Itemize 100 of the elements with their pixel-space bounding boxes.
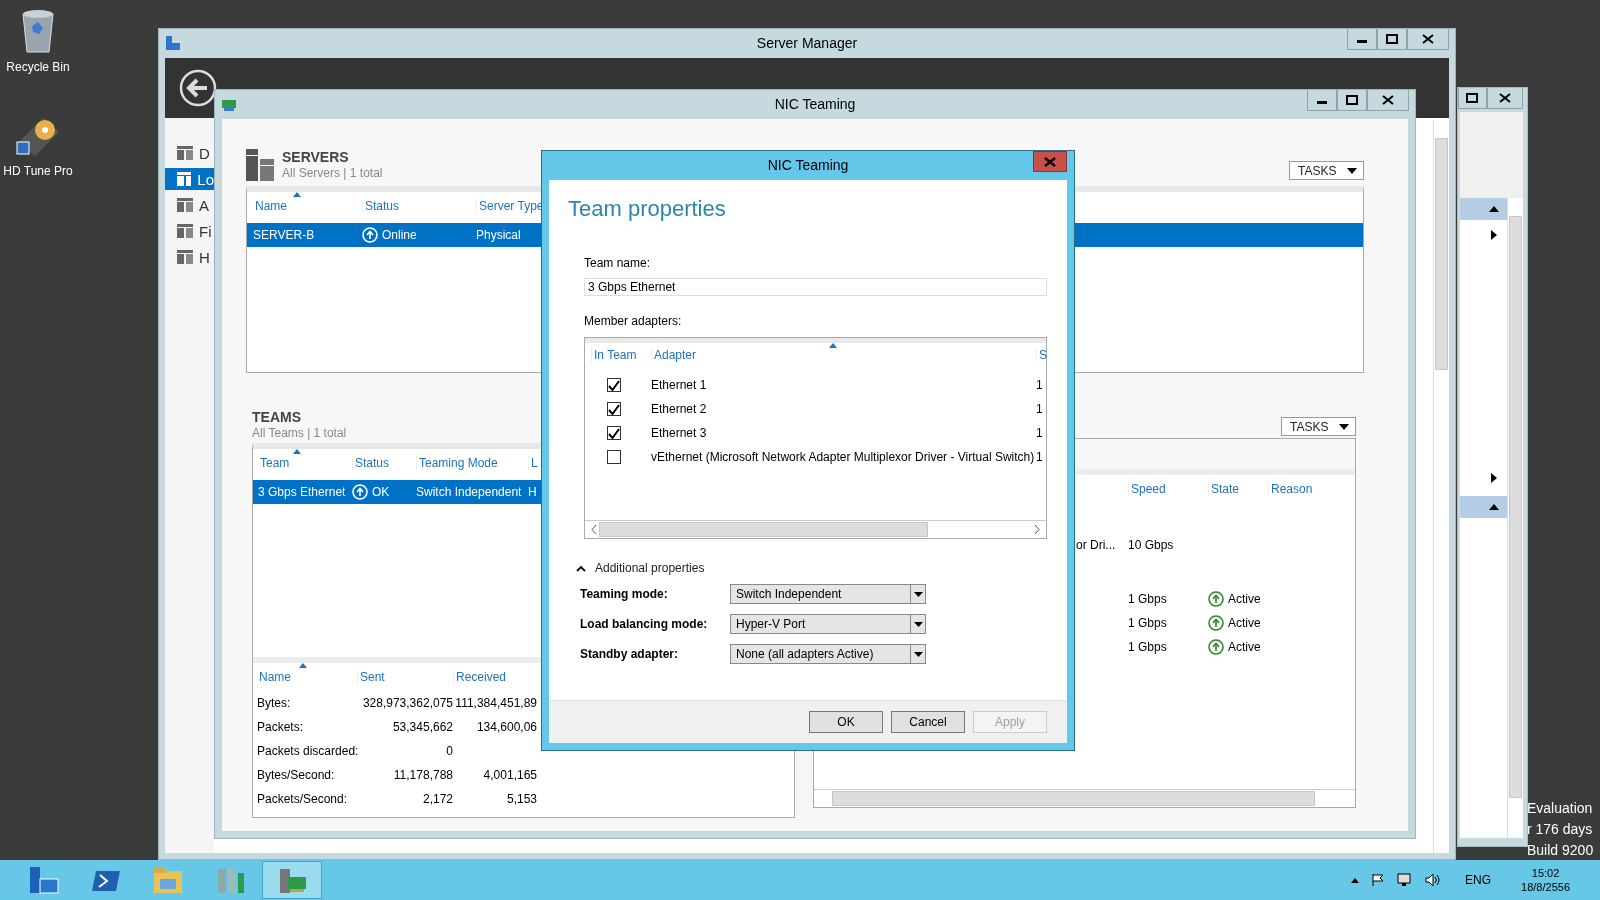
- window-title: NIC Teaming: [774, 96, 856, 112]
- horizontal-scrollbar[interactable]: [814, 789, 1355, 807]
- scrollbar-thumb[interactable]: [1435, 138, 1448, 370]
- show-hidden-icons-icon[interactable]: [1351, 877, 1360, 883]
- vertical-scrollbar[interactable]: [1507, 198, 1523, 838]
- field-label: Standby adapter:: [580, 647, 679, 661]
- column-header[interactable]: Sent: [357, 670, 453, 684]
- sidebar-item[interactable]: A: [165, 194, 214, 216]
- tiles-icon: [177, 198, 193, 212]
- checkbox[interactable]: [607, 378, 621, 392]
- column-header[interactable]: In Team: [591, 348, 651, 362]
- dialog-button[interactable]: Cancel: [891, 711, 965, 733]
- table-cell-text: 1 Gbps: [1128, 592, 1168, 606]
- network-icon[interactable]: [1397, 873, 1414, 887]
- table-cell-text: 3 Gbps Ethernet: [258, 485, 347, 499]
- table-cell-text: 1: [1036, 378, 1044, 392]
- table-cell-text: 0: [445, 744, 453, 758]
- close-button[interactable]: [1407, 29, 1449, 50]
- icon-label[interactable]: HD Tune Pro: [3, 164, 73, 178]
- flag-icon[interactable]: [1371, 873, 1386, 887]
- table-cell-text: 1: [1036, 426, 1044, 440]
- horizontal-scrollbar[interactable]: [585, 520, 1046, 538]
- checkmark-icon: [608, 379, 620, 391]
- tiles-icon: [177, 224, 193, 238]
- tasks-button[interactable]: TASKS: [1281, 417, 1356, 436]
- column-header[interactable]: State: [1208, 482, 1268, 496]
- dropdown-arrow-icon: [913, 591, 923, 597]
- dropdown[interactable]: None (all adapters Active): [730, 644, 926, 664]
- taskbar-button[interactable]: [262, 861, 322, 899]
- minimize-button[interactable]: [1347, 29, 1377, 50]
- table-cell-text: Physical: [476, 228, 522, 242]
- column-header[interactable]: Name: [257, 670, 357, 684]
- table-cell-text: SERVER-B: [253, 228, 316, 242]
- adapter-name: Ethernet 2: [651, 402, 708, 416]
- clock-time[interactable]: 15:02: [1531, 866, 1560, 880]
- vertical-scrollbar[interactable]: [1433, 120, 1449, 853]
- speaker-icon[interactable]: [1425, 873, 1442, 887]
- column-header[interactable]: Name: [253, 199, 362, 213]
- section-title: SERVERS: [282, 149, 349, 165]
- column-header[interactable]: Team: [258, 456, 352, 470]
- sidebar-item[interactable]: H: [165, 246, 214, 268]
- icon-label[interactable]: Recycle Bin: [6, 60, 70, 74]
- evaluation-notice-text: Evaluation: [1527, 799, 1594, 818]
- dropdown[interactable]: Switch Independent: [730, 584, 926, 604]
- sidebar-item[interactable]: Lo: [165, 168, 214, 190]
- checkmark-icon: [608, 403, 620, 415]
- sort-arrow-icon: [299, 663, 307, 668]
- team-name-field[interactable]: 3 Gbps Ethernet: [584, 278, 1047, 296]
- close-icon: [1382, 95, 1394, 105]
- expander-toggle[interactable]: Additional properties: [576, 561, 705, 575]
- close-button[interactable]: [1486, 88, 1523, 109]
- folder-icon: [152, 865, 184, 895]
- column-header[interactable]: Received: [453, 670, 537, 684]
- maximize-icon: [1346, 95, 1358, 105]
- minimize-button[interactable]: [1307, 90, 1337, 111]
- tiles-icon: [177, 146, 193, 160]
- maximize-button[interactable]: [1377, 29, 1407, 50]
- column-header[interactable]: Reason: [1268, 482, 1355, 496]
- scrollbar-thumb[interactable]: [599, 522, 928, 537]
- checkbox[interactable]: [607, 402, 621, 416]
- table-cell-text: 11,178,788: [392, 768, 453, 782]
- column-header[interactable]: S: [1036, 348, 1046, 362]
- caret-icon: [576, 564, 586, 572]
- column-header[interactable]: Status: [352, 456, 416, 470]
- scroll-right-icon[interactable]: [1034, 525, 1040, 534]
- expand-arrow-icon[interactable]: [1491, 473, 1497, 483]
- dialog-button[interactable]: OK: [809, 711, 883, 733]
- group-header[interactable]: [1460, 496, 1507, 518]
- checkbox[interactable]: [607, 426, 621, 440]
- column-header[interactable]: Speed: [1128, 482, 1208, 496]
- recycle-bin-icon[interactable]: [19, 8, 57, 54]
- table-cell-text: H: [528, 485, 538, 499]
- column-header[interactable]: Teaming Mode: [416, 456, 528, 470]
- scrollbar-thumb[interactable]: [832, 791, 1315, 806]
- dropdown[interactable]: Hyper-V Port: [730, 614, 926, 634]
- tasks-button[interactable]: TASKS: [1289, 161, 1364, 180]
- table-cell: Active: [1228, 592, 1261, 606]
- section-subtitle: All Teams | 1 total: [252, 426, 347, 440]
- sidebar-item[interactable]: Fi: [165, 220, 214, 242]
- table-cell: Active: [1228, 616, 1261, 630]
- evaluation-notice-text: Build 9200: [1527, 841, 1594, 860]
- field-label: Team name:: [584, 256, 651, 270]
- checkbox[interactable]: [607, 450, 621, 464]
- column-header[interactable]: L: [528, 456, 540, 470]
- sidebar-item[interactable]: D: [165, 142, 214, 164]
- tiles-icon: [177, 250, 193, 264]
- close-button[interactable]: [1367, 90, 1409, 111]
- column-header[interactable]: Status: [362, 199, 476, 213]
- maximize-button[interactable]: [1458, 88, 1487, 109]
- table-cell-text: 1 Gbps: [1128, 640, 1168, 654]
- section-subtitle: All Servers | 1 total: [282, 166, 383, 180]
- expand-arrow-icon[interactable]: [1491, 230, 1497, 240]
- maximize-button[interactable]: [1337, 90, 1367, 111]
- group-header[interactable]: [1460, 198, 1507, 220]
- scrollbar-thumb[interactable]: [1509, 216, 1522, 798]
- language-indicator[interactable]: ENG: [1465, 873, 1492, 887]
- clock-date[interactable]: 18/8/2556: [1521, 880, 1570, 894]
- scroll-left-icon[interactable]: [591, 525, 597, 534]
- close-icon: [1422, 34, 1434, 44]
- adapter-name: Ethernet 1: [651, 378, 708, 392]
